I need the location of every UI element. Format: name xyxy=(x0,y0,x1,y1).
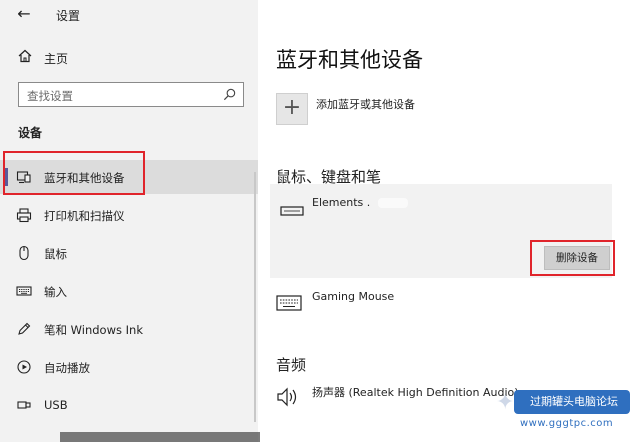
remove-device-button[interactable]: 删除设备 xyxy=(544,246,610,270)
sidebar-item-label: 蓝牙和其他设备 xyxy=(44,171,125,185)
settings-window: ← 设置 主页 查找设置 设备 蓝牙和其他设备 打印机和扫描仪 鼠标 输入 笔和… xyxy=(0,0,640,442)
keyboard-device-icon xyxy=(276,295,302,311)
background-strip xyxy=(60,432,260,442)
device-card-selected[interactable]: Elements . 删除设备 xyxy=(270,184,612,278)
sidebar-item-label: 笔和 Windows Ink xyxy=(44,323,143,337)
sidebar-item-label: 自动播放 xyxy=(44,361,90,375)
bluetooth-devices-icon xyxy=(16,171,31,184)
add-device-label[interactable]: 添加蓝牙或其他设备 xyxy=(316,96,415,112)
device-name: Elements . xyxy=(312,196,371,209)
nav-section-devices: 设备 xyxy=(18,126,43,140)
keyboard-device-icon xyxy=(280,206,304,216)
autoplay-icon xyxy=(17,360,31,374)
sidebar-item-label: 打印机和扫描仪 xyxy=(44,209,125,223)
watermark-text: 过期罐头电脑论坛 xyxy=(530,395,618,408)
printer-icon xyxy=(16,208,32,223)
sidebar-item-pen[interactable]: 笔和 Windows Ink xyxy=(0,312,258,346)
device-name: 扬声器 (Realtek High Definition Audio) xyxy=(312,386,519,399)
nav-home[interactable]: 主页 xyxy=(0,44,258,72)
window-title: 设置 xyxy=(56,9,81,23)
watermark-url: www.gggtpc.com xyxy=(520,418,614,429)
search-icon[interactable] xyxy=(222,87,237,102)
nav-scrollbar[interactable] xyxy=(254,172,256,422)
forum-watermark: ✦ 过期罐头电脑论坛 www.gggtpc.com xyxy=(496,386,636,438)
search-placeholder: 查找设置 xyxy=(27,89,73,103)
page-title: 蓝牙和其他设备 xyxy=(276,48,423,72)
sidebar-item-autoplay[interactable]: 自动播放 xyxy=(0,350,258,384)
sidebar-item-mouse[interactable]: 鼠标 xyxy=(0,236,258,270)
sidebar-item-label: 鼠标 xyxy=(44,247,67,261)
device-name: Gaming Mouse xyxy=(312,290,395,303)
back-button[interactable]: ← xyxy=(14,4,34,24)
settings-content-pane: 蓝牙和其他设备 + 添加蓝牙或其他设备 鼠标、键盘和笔 Elements . 删… xyxy=(258,0,640,442)
device-row[interactable]: Gaming Mouse xyxy=(276,290,626,316)
sidebar-item-bluetooth[interactable]: 蓝牙和其他设备 xyxy=(0,160,258,194)
redacted-device-suffix xyxy=(378,198,408,208)
mouse-icon xyxy=(19,245,29,261)
add-device-button[interactable]: + xyxy=(276,93,308,125)
sidebar-item-typing[interactable]: 输入 xyxy=(0,274,258,308)
settings-nav-pane: ← 设置 主页 查找设置 设备 蓝牙和其他设备 打印机和扫描仪 鼠标 输入 笔和… xyxy=(0,0,258,442)
nav-home-label: 主页 xyxy=(44,52,69,66)
speaker-icon xyxy=(277,387,297,407)
keyboard-icon xyxy=(16,286,32,296)
settings-search-input[interactable]: 查找设置 xyxy=(18,82,244,107)
plus-icon: + xyxy=(282,95,302,120)
usb-icon xyxy=(17,401,31,409)
sidebar-item-label: 输入 xyxy=(44,285,67,299)
sidebar-item-usb[interactable]: USB xyxy=(0,388,258,422)
section-heading-audio: 音频 xyxy=(276,356,307,374)
sidebar-item-printers[interactable]: 打印机和扫描仪 xyxy=(0,198,258,232)
sidebar-item-label: USB xyxy=(44,398,68,412)
home-icon xyxy=(18,49,32,63)
star-icon: ✦ xyxy=(496,390,515,415)
pen-icon xyxy=(18,322,31,335)
